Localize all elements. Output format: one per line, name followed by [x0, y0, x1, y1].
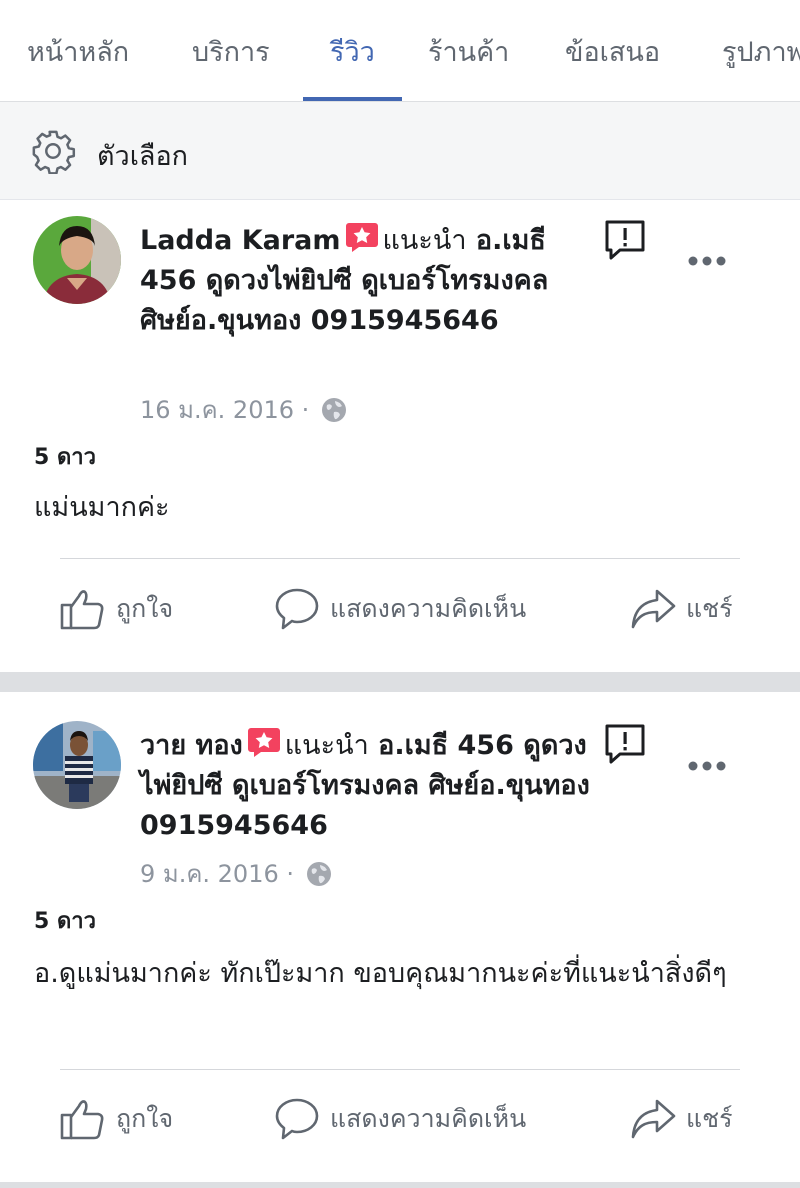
comment-button[interactable]: แสดงความคิดเห็น — [274, 587, 526, 631]
tab-shop[interactable]: ร้านค้า — [428, 30, 509, 73]
card-separator — [0, 1182, 800, 1188]
tab-home[interactable]: หน้าหลัก — [27, 30, 129, 73]
divider — [60, 1069, 740, 1070]
comment-icon — [275, 588, 319, 630]
recommend-icon — [247, 728, 280, 757]
tab-offers[interactable]: ข้อเสนอ — [565, 30, 660, 73]
share-label: แชร์ — [686, 1104, 733, 1133]
options-label[interactable]: ตัวเลือก — [97, 134, 188, 177]
share-button[interactable]: แชร์ — [630, 587, 733, 631]
more-options-icon[interactable] — [687, 255, 727, 267]
avatar[interactable] — [33, 216, 121, 304]
share-button[interactable]: แชร์ — [630, 1097, 733, 1141]
gear-icon[interactable] — [30, 128, 76, 174]
comment-button[interactable]: แสดงความคิดเห็น — [274, 1097, 526, 1141]
like-label: ถูกใจ — [116, 1104, 174, 1133]
review-header: Ladda Karam แนะนำ อ.เมธี 456 ดูดวงไพ่ยิปซ… — [140, 221, 560, 341]
avatar[interactable] — [33, 721, 121, 809]
author-name[interactable]: วาย ทอง — [140, 730, 243, 761]
avatar-photo — [33, 721, 121, 809]
review-text: อ.ดูแม่นมากค่ะ ทักเป๊ะมาก ขอบคุณมากนะค่ะ… — [34, 958, 727, 989]
report-icon[interactable] — [603, 218, 647, 262]
more-options-icon[interactable] — [687, 760, 727, 772]
thumbs-up-icon — [60, 1100, 104, 1140]
post-meta: 16 ม.ค. 2016 · — [140, 390, 347, 429]
divider — [60, 558, 740, 559]
like-button[interactable]: ถูกใจ — [60, 587, 173, 631]
share-icon — [631, 589, 676, 629]
like-button[interactable]: ถูกใจ — [60, 1097, 173, 1141]
comment-label: แสดงความคิดเห็น — [330, 1104, 527, 1133]
post-date[interactable]: 16 ม.ค. 2016 — [140, 396, 294, 424]
star-rating: 5 ดาว — [34, 909, 96, 934]
review-text: แม่นมากค่ะ — [34, 492, 170, 523]
share-icon — [631, 1099, 676, 1139]
globe-icon — [321, 398, 346, 422]
recommend-icon — [345, 223, 378, 252]
thumbs-up-icon — [60, 590, 104, 630]
comment-label: แสดงความคิดเห็น — [330, 594, 527, 623]
avatar-photo — [33, 216, 121, 304]
globe-icon — [306, 862, 331, 886]
like-label: ถูกใจ — [116, 594, 174, 623]
post-date[interactable]: 9 ม.ค. 2016 — [140, 860, 279, 888]
tab-services[interactable]: บริการ — [192, 30, 270, 73]
star-rating: 5 ดาว — [34, 445, 96, 470]
report-icon[interactable] — [603, 722, 647, 766]
comment-icon — [275, 1098, 319, 1140]
review-header: วาย ทอง แนะนำ อ.เมธี 456 ดูดวงไพ่ยิปซี ดู… — [140, 726, 600, 846]
recommend-verb: แนะนำ — [284, 730, 369, 761]
share-label: แชร์ — [686, 594, 733, 623]
tab-photos[interactable]: รูปภาพ — [722, 30, 800, 73]
tab-reviews[interactable]: รีวิว — [330, 30, 375, 73]
active-tab-indicator — [303, 97, 402, 101]
author-name[interactable]: Ladda Karam — [140, 225, 341, 256]
post-meta: 9 ม.ค. 2016 · — [140, 854, 332, 893]
tab-bar: หน้าหลัก บริการ รีวิว ร้านค้า ข้อเสนอ รู… — [0, 0, 800, 102]
recommend-verb: แนะนำ — [382, 225, 467, 256]
card-separator — [0, 672, 800, 692]
